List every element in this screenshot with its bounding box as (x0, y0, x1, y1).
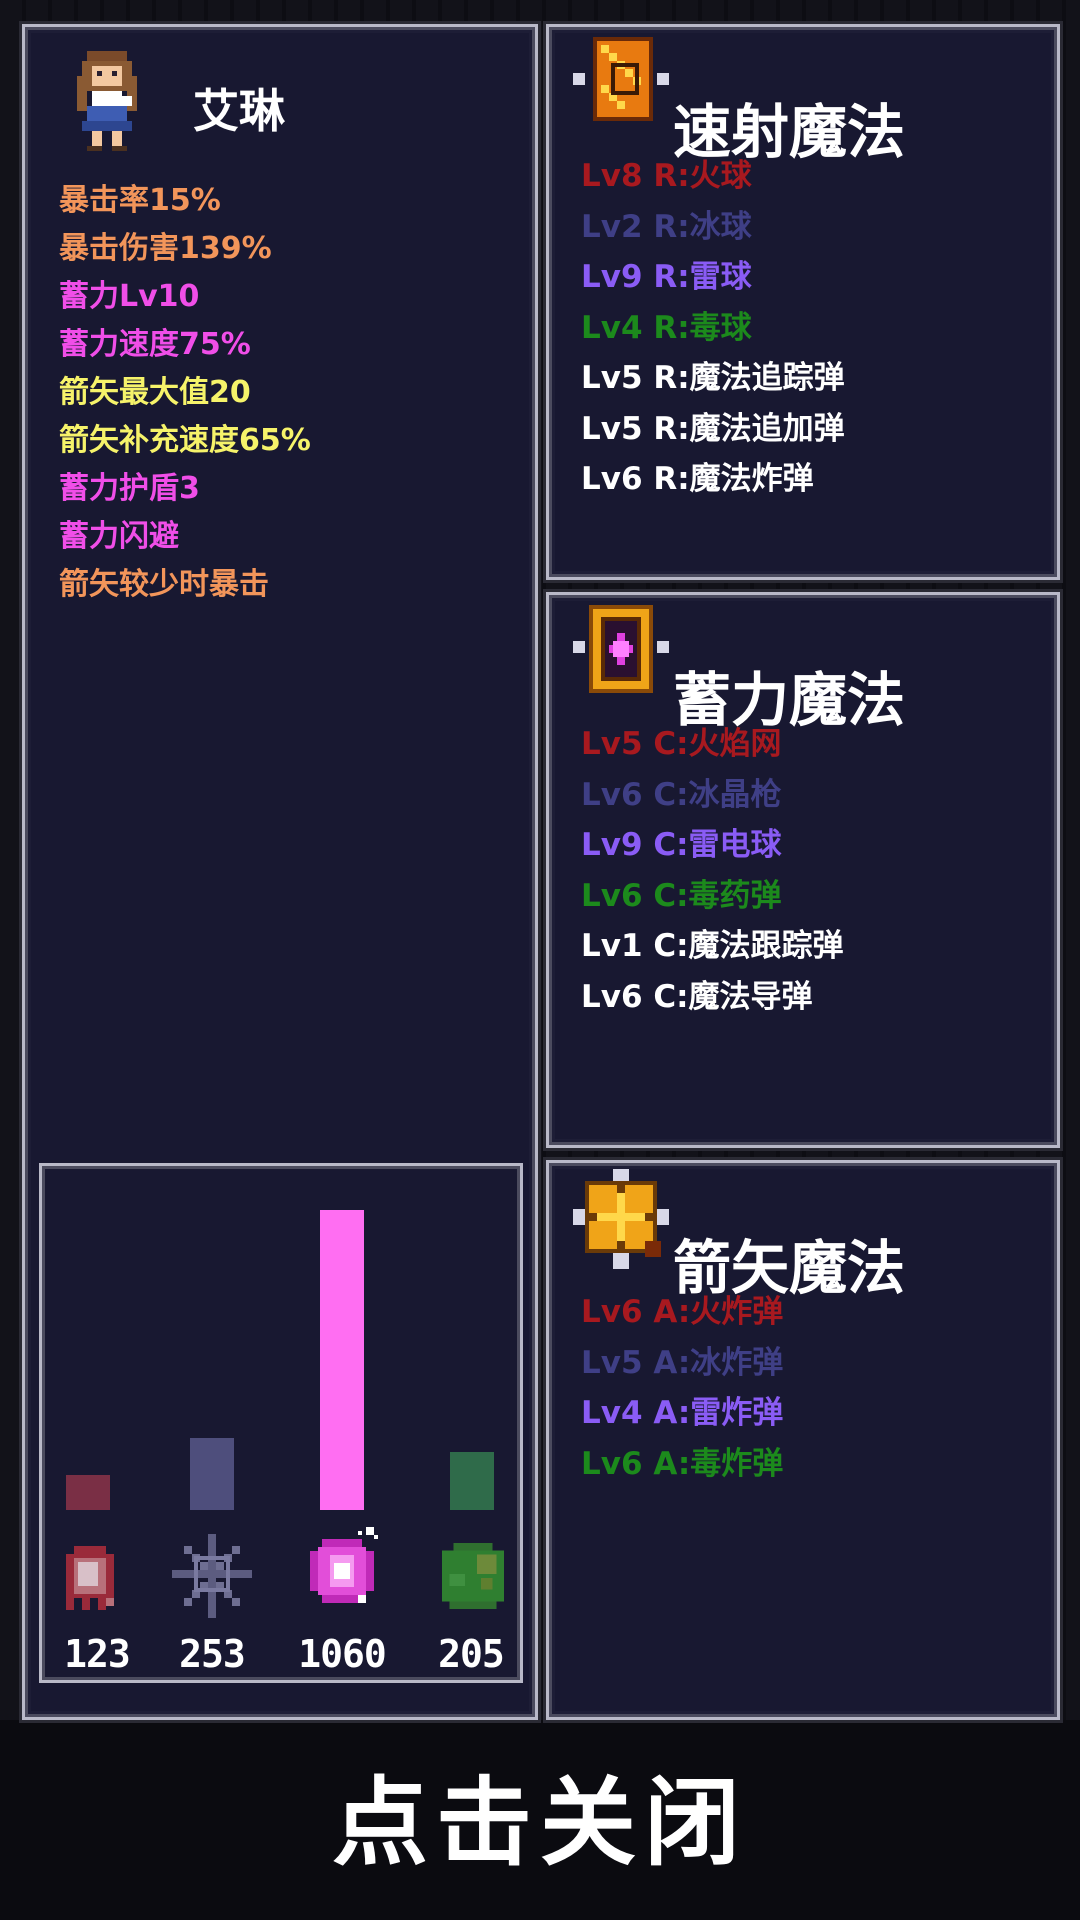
ice-count: 253 (179, 1632, 246, 1676)
stat-item: 蓄力闪避 (59, 519, 179, 554)
stat-item: 蓄力Lv10 (59, 279, 200, 314)
ice-snowflake-icon (172, 1534, 252, 1618)
charge-magic-panel: 蓄力魔法 Lv5 C:火焰网 Lv6 C:冰晶枪 Lv9 C:雷电球 Lv6 C:毒药… (546, 592, 1060, 1148)
stat-item: 箭矢较少时暴击 (59, 567, 269, 602)
skill-item: Lv2 R:冰球 (581, 208, 752, 245)
fire-ghost-icon (66, 1546, 114, 1610)
skill-item: Lv8 R:火球 (581, 158, 752, 194)
skill-item: Lv9 C:雷电球 (581, 827, 782, 863)
element-bar (66, 1475, 110, 1510)
arrow-crossbow-icon (573, 1169, 669, 1269)
skill-item: Lv6 A:毒炸弹 (581, 1445, 784, 1482)
stat-item: 蓄力护盾3 (59, 471, 200, 506)
arrow-skill-list: Lv6 A:火炸弹 Lv5 A:冰炸弹 Lv4 A:雷炸弹 Lv6 A:毒炸弹 (581, 1287, 783, 1489)
poison-slime-icon (441, 1542, 505, 1610)
stat-item: 箭矢最大值20 (59, 375, 251, 410)
stat-item: 蓄力速度75% (59, 327, 251, 362)
thunder-orb-icon (310, 1527, 378, 1603)
skill-item: Lv6 C:冰晶枪 (581, 776, 782, 813)
thunder-count: 1060 (298, 1632, 387, 1676)
skill-item: Lv1 C:魔法跟踪弹 (581, 928, 844, 964)
rapid-magic-panel: 速射魔法 Lv8 R:火球 Lv2 R:冰球 Lv9 R:雷球 Lv4 R:毒球 Lv5… (546, 24, 1060, 580)
fire-count: 123 (64, 1632, 131, 1676)
charge-skill-list: Lv5 C:火焰网 Lv6 C:冰晶枪 Lv9 C:雷电球 Lv6 C:毒药弹 Lv1 … (581, 719, 843, 1022)
arrow-magic-panel: 箭矢魔法 Lv6 A:火炸弹 Lv5 A:冰炸弹 Lv4 A:雷炸弹 Lv6 A:毒炸… (546, 1160, 1060, 1720)
stat-item: 箭矢补充速度65% (59, 423, 311, 458)
close-button[interactable]: 点击关闭 (0, 1745, 1080, 1884)
rapid-skill-list: Lv8 R:火球 Lv2 R:冰球 Lv9 R:雷球 Lv4 R:毒球 Lv5 R:魔法… (581, 151, 845, 505)
character-panel: 艾琳 暴击率15% 暴击伤害139% 蓄力Lv10 蓄力速度75% 箭矢最大值20 箭矢补… (22, 24, 538, 1720)
skill-item: Lv5 C:火焰网 (581, 726, 782, 762)
rapid-scroll-icon (573, 37, 669, 121)
skill-item: Lv5 R:魔法追加弹 (581, 410, 845, 447)
character-name: 艾琳 (193, 84, 285, 138)
character-avatar-icon (77, 51, 137, 151)
element-bar (320, 1210, 364, 1510)
skill-item: Lv6 C:魔法导弹 (581, 978, 813, 1015)
stat-item: 暴击率15% (59, 183, 221, 218)
charge-crest-icon (573, 605, 669, 693)
poison-count: 205 (438, 1632, 505, 1676)
skill-item: Lv5 R:魔法追踪弹 (581, 360, 845, 396)
stat-item: 暴击伤害139% (59, 231, 272, 266)
skill-item: Lv5 A:冰炸弹 (581, 1344, 784, 1381)
skill-item: Lv4 A:雷炸弹 (581, 1395, 784, 1431)
stat-list: 暴击率15% 暴击伤害139% 蓄力Lv10 蓄力速度75% 箭矢最大值20 箭矢补充速度… (59, 177, 311, 609)
skill-item: Lv9 R:雷球 (581, 259, 752, 295)
skill-item: Lv6 A:火炸弹 (581, 1294, 784, 1330)
element-bar (190, 1438, 234, 1510)
skill-item: Lv4 R:毒球 (581, 309, 752, 346)
skill-item: Lv6 R:魔法炸弹 (581, 461, 814, 497)
element-chart: 123 253 1060 205 (39, 1163, 523, 1683)
skill-item: Lv6 C:毒药弹 (581, 877, 782, 914)
element-bar (450, 1452, 494, 1510)
